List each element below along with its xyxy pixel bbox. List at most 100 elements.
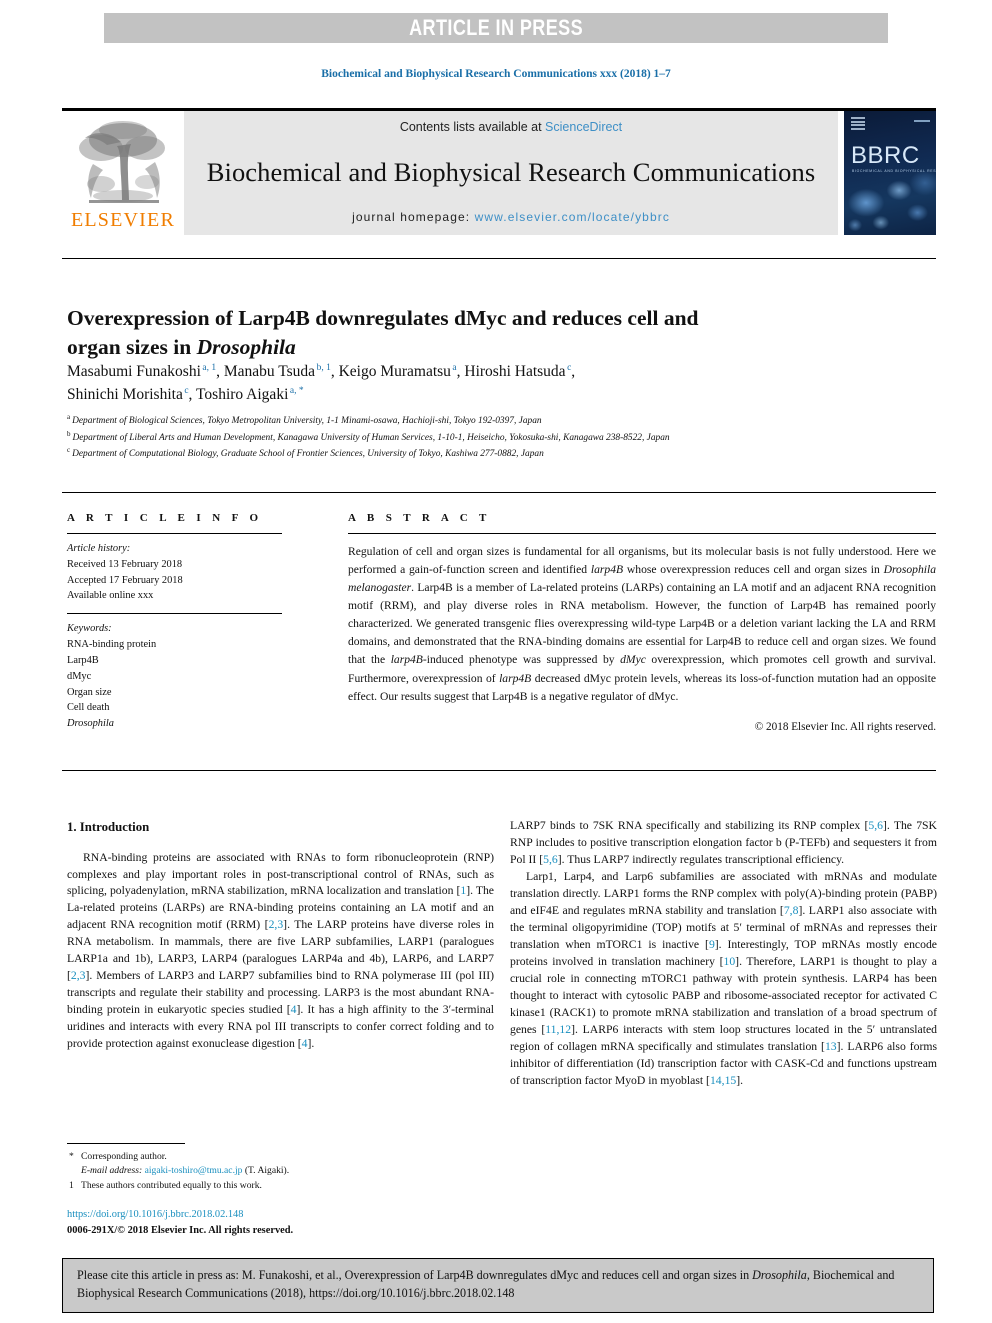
- citation-reference[interactable]: 5,6: [543, 853, 558, 866]
- author-separator: ,: [571, 363, 576, 380]
- footnote-email: E-mail address: aigaki-toshiro@tmu.ac.jp…: [67, 1164, 494, 1178]
- body-column-left: 1. Introduction RNA-binding proteins are…: [67, 818, 494, 1053]
- keywords-rule: [67, 613, 282, 615]
- abstract-text: Regulation of cell and organ sizes is fu…: [348, 545, 936, 703]
- article-info-heading: A R T I C L E I N F O: [67, 512, 263, 524]
- author-entry: Hiroshi Hatsuda c,: [464, 363, 575, 380]
- title-line-2-prefix: organ sizes in: [67, 335, 197, 360]
- affiliation-list: a Department of Biological Sciences, Toky…: [67, 412, 937, 462]
- homepage-prefix: journal homepage:: [352, 210, 475, 224]
- bbrc-cover-letters: BBRC: [851, 142, 920, 169]
- article-history-label: Article history:: [67, 543, 131, 554]
- journal-masthead: ELSEVIER Contents lists available at Sci…: [62, 108, 936, 235]
- title-organism: Drosophila: [196, 335, 296, 360]
- abstract-copyright: © 2018 Elsevier Inc. All rights reserved…: [754, 720, 936, 733]
- article-history-block: Article history: Received 13 February 20…: [67, 541, 282, 604]
- contents-available-line: Contents lists available at ScienceDirec…: [400, 120, 622, 134]
- journal-homepage-link[interactable]: www.elsevier.com/locate/ybbrc: [475, 210, 670, 224]
- citation-reference[interactable]: 10: [723, 955, 735, 968]
- author-separator: ,: [216, 363, 224, 380]
- citation-reference[interactable]: 5,6: [868, 819, 883, 832]
- footnote-equal-text: These authors contributed equally to thi…: [81, 1179, 262, 1191]
- journal-title: Biochemical and Biophysical Research Com…: [206, 156, 816, 187]
- author-affiliation-marks[interactable]: a, *: [288, 386, 304, 396]
- citation-reference[interactable]: 14,15: [710, 1074, 736, 1087]
- abstract-rule: [348, 533, 936, 534]
- elsevier-tree-icon: [71, 118, 175, 210]
- affiliation-item: b Department of Liberal Arts and Human De…: [67, 429, 937, 445]
- keyword-item: Cell death: [67, 702, 110, 714]
- keyword-item: RNA-binding protein: [67, 639, 157, 651]
- author-name: Shinichi Morishita: [67, 386, 183, 404]
- page-title: Overexpression of Larp4B downregulates d…: [67, 304, 767, 362]
- history-item: Accepted 17 February 2018: [67, 574, 183, 586]
- keyword-item: Organ size: [67, 686, 112, 698]
- author-list: Masabumi Funakoshi a, 1, Manabu Tsuda b, 1…: [67, 360, 867, 407]
- cite-prefix: Please cite this article in press as: M.…: [77, 1268, 753, 1282]
- footnote-separator-rule: [67, 1143, 185, 1144]
- author-name: Masabumi Funakoshi: [67, 363, 201, 380]
- issn-copyright-line: 0006-291X/© 2018 Elsevier Inc. All right…: [67, 1224, 294, 1236]
- footnote-corresponding-author: * Corresponding author.: [67, 1150, 494, 1164]
- bbrc-cover-subtitle: BIOCHEMICAL AND BIOPHYSICAL RESEARCH COM…: [852, 169, 936, 173]
- title-line-1: Overexpression of Larp4B downregulates d…: [67, 306, 699, 331]
- citation-reference[interactable]: 2,3: [71, 969, 86, 982]
- doi-link[interactable]: https://doi.org/10.1016/j.bbrc.2018.02.1…: [67, 1207, 494, 1223]
- footnote-equal-contribution: 1 These authors contributed equally to t…: [67, 1179, 494, 1193]
- author-name: Keigo Muramatsu: [338, 363, 451, 380]
- author-affiliation-marks[interactable]: a, 1: [201, 363, 216, 373]
- elsevier-logo: ELSEVIER: [62, 111, 184, 235]
- body-column-right: LARP7 binds to 7SK RNA specifically and …: [510, 818, 937, 1090]
- contents-prefix: Contents lists available at: [399, 120, 546, 134]
- author-entry: Manabu Tsuda b, 1,: [224, 363, 339, 380]
- email-label: E-mail address:: [81, 1165, 143, 1177]
- affiliation-item: a Department of Biological Sciences, Toky…: [67, 412, 937, 428]
- body-paragraph: RNA-binding proteins are associated with…: [67, 850, 494, 1051]
- citation-reference[interactable]: 7,8: [784, 904, 799, 917]
- affiliation-text: Department of Computational Biology, Gra…: [72, 449, 544, 460]
- elsevier-tree-mark-icon: [851, 117, 865, 130]
- bbrc-cover-thumbnail: BBRC BIOCHEMICAL AND BIOPHYSICAL RESEARC…: [844, 111, 936, 235]
- author-name: Hiroshi Hatsuda: [464, 363, 566, 380]
- section-heading-introduction: 1. Introduction: [67, 820, 150, 834]
- please-cite-box: Please cite this article in press as: M.…: [62, 1258, 934, 1314]
- author-entry: Shinichi Morishita c,: [67, 386, 196, 403]
- please-cite-text: Please cite this article in press as: M.…: [77, 1267, 919, 1302]
- sciencedirect-link[interactable]: ScienceDirect: [545, 120, 622, 134]
- author-affiliation-marks[interactable]: b, 1: [315, 363, 331, 373]
- affiliation-item: c Department of Computational Biology, Gr…: [67, 445, 937, 461]
- article-info-section: A R T I C L E I N F O Article history: R…: [67, 512, 282, 732]
- author-separator: ,: [330, 363, 339, 380]
- citation-reference[interactable]: 13: [825, 1040, 837, 1053]
- running-head: Biochemical and Biophysical Research Com…: [321, 68, 671, 80]
- affiliation-text: Department of Biological Sciences, Tokyo…: [72, 416, 542, 427]
- footnote-mark-one: 1: [69, 1179, 74, 1191]
- abstract-section: A B S T R A C T Regulation of cell and o…: [348, 512, 936, 733]
- citation-reference[interactable]: 11,12: [545, 1023, 571, 1036]
- history-item: Received 13 February 2018: [67, 558, 183, 570]
- abstract-bottom-rule: [62, 770, 936, 771]
- citation-reference[interactable]: 2,3: [269, 918, 284, 931]
- author-separator: ,: [188, 386, 197, 404]
- keyword-item: Larp4B: [67, 654, 99, 666]
- keywords-label: Keywords:: [67, 623, 112, 635]
- footnote-corresponding-text: Corresponding author.: [81, 1151, 167, 1162]
- keyword-item: Drosophila: [67, 718, 114, 730]
- abstract-heading: A B S T R A C T: [348, 512, 491, 524]
- article-info-top-rule: [62, 492, 936, 493]
- keywords-block: Keywords: RNA-binding protein Larp4B dMy…: [67, 621, 282, 732]
- doi-block: https://doi.org/10.1016/j.bbrc.2018.02.1…: [67, 1207, 494, 1238]
- history-item: Available online xxx: [67, 590, 154, 602]
- article-in-press-label: ARTICLE IN PRESS: [409, 15, 583, 40]
- journal-homepage-line: journal homepage: www.elsevier.com/locat…: [352, 210, 670, 224]
- author-entry: Toshiro Aigaki a, *: [196, 386, 304, 403]
- email-link[interactable]: aigaki-toshiro@tmu.ac.jp: [145, 1165, 243, 1176]
- article-in-press-banner: ARTICLE IN PRESS: [104, 13, 888, 43]
- affiliation-text: Department of Liberal Arts and Human Dev…: [72, 432, 670, 443]
- journal-title-panel: Contents lists available at ScienceDirec…: [184, 111, 838, 235]
- elsevier-wordmark: ELSEVIER: [70, 209, 176, 231]
- email-owner: (T. Aigaki).: [242, 1165, 290, 1177]
- article-info-rule: [67, 533, 282, 534]
- author-entry: Masabumi Funakoshi a, 1,: [67, 363, 224, 380]
- masthead-bottom-rule: [62, 258, 936, 259]
